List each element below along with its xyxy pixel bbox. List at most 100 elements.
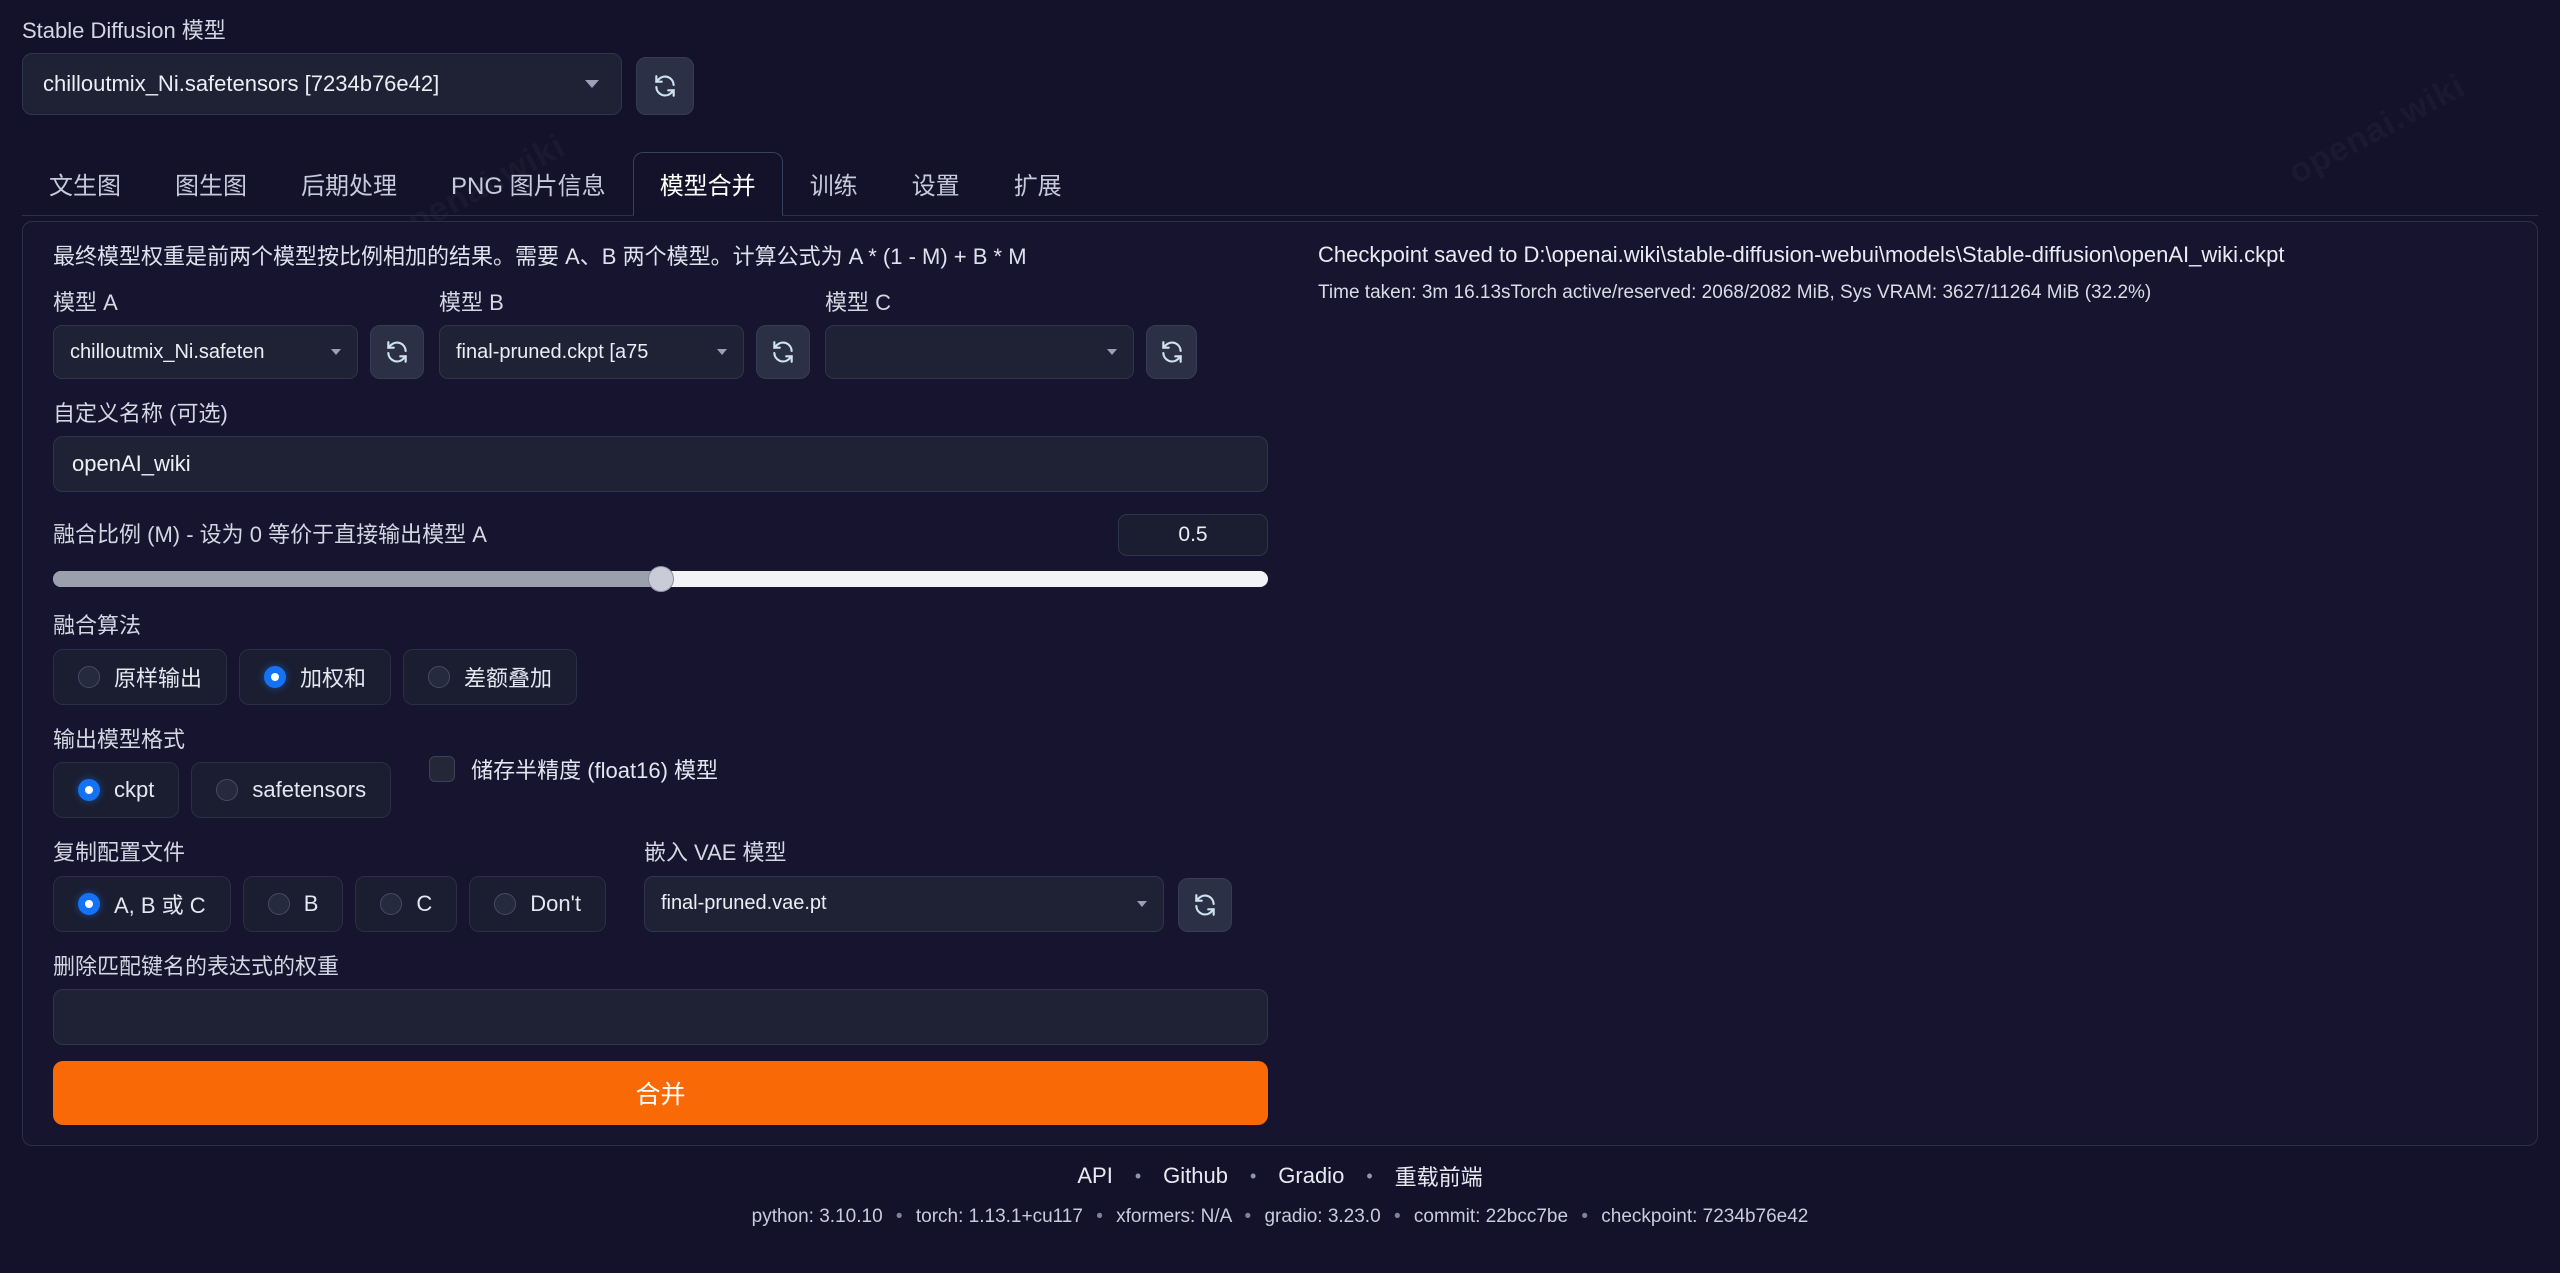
radio-icon: [78, 779, 100, 802]
model-b-group: 模型 B final-pruned.ckpt [a75: [439, 290, 811, 380]
config-option-label: B: [303, 890, 319, 916]
merge-ratio-number-input[interactable]: 0.5: [1118, 514, 1268, 557]
vae-label: 嵌入 VAE 模型: [643, 840, 787, 866]
model-b-value: final-pruned.ckpt [a75: [456, 340, 649, 363]
tab-img2img[interactable]: 图生图: [148, 152, 274, 216]
tab-extensions[interactable]: 扩展: [987, 152, 1089, 216]
footer-link-github[interactable]: Github: [1141, 1163, 1250, 1189]
output-time-stats: Time taken: 3m 16.13sTorch active/reserv…: [1318, 282, 2152, 303]
model-b-refresh-button[interactable]: [756, 325, 810, 380]
format-option-safetensors[interactable]: safetensors: [191, 762, 392, 819]
checkbox-icon: [429, 755, 456, 782]
config-option-b[interactable]: B: [242, 875, 344, 932]
config-option-dont[interactable]: Don't: [469, 875, 606, 932]
refresh-icon: [1161, 341, 1182, 363]
model-c-label: 模型 C: [825, 289, 892, 315]
config-option-label: C: [416, 890, 433, 916]
tab-settings[interactable]: 设置: [885, 152, 987, 216]
format-option-label: safetensors: [252, 777, 367, 803]
config-option-abc[interactable]: A, B 或 C: [53, 875, 231, 932]
version-checkpoint: checkpoint: 7234b76e42: [1601, 1206, 1809, 1227]
tab-train[interactable]: 训练: [783, 152, 885, 216]
sd-model-dropdown[interactable]: chilloutmix_Ni.safetensors [7234b76e42]: [22, 53, 622, 116]
format-option-label: ckpt: [114, 777, 155, 803]
footer-separator: •: [1581, 1206, 1588, 1227]
vae-dropdown[interactable]: final-pruned.vae.pt: [643, 875, 1164, 932]
format-option-ckpt[interactable]: ckpt: [53, 762, 180, 819]
model-c-group: 模型 C: [825, 289, 1197, 380]
tab-checkpoint-merger[interactable]: 模型合并: [632, 152, 783, 216]
radio-icon: [216, 779, 239, 802]
algo-option-no-interpolation[interactable]: 原样输出: [53, 648, 228, 705]
refresh-icon: [773, 341, 793, 363]
radio-icon: [78, 665, 100, 688]
config-and-vae-row: 复制配置文件 A, B 或 C B C Don't 嵌入 VAE 模型 fina…: [53, 840, 1298, 932]
version-xformers: xformers: N/A: [1116, 1206, 1232, 1227]
model-b-dropdown[interactable]: final-pruned.ckpt [a75: [439, 325, 744, 380]
custom-name-group: 自定义名称 (可选) openAI_wiki: [53, 401, 1298, 493]
radio-icon: [494, 892, 517, 915]
model-a-label: 模型 A: [53, 289, 118, 315]
merge-ratio-slider[interactable]: [53, 566, 1268, 593]
merger-description: 最终模型权重是前两个模型按比例相加的结果。需要 A、B 两个模型。计算公式为 A…: [53, 244, 1027, 269]
algo-option-label: 加权和: [300, 665, 367, 691]
model-a-dropdown[interactable]: chilloutmix_Ni.safeten: [53, 325, 358, 380]
chevron-down-icon: [1136, 900, 1147, 907]
discard-weights-input[interactable]: [53, 989, 1268, 1046]
model-c-refresh-button[interactable]: [1146, 325, 1197, 380]
merge-algorithm-group: 融合算法 原样输出 加权和 差额叠加: [53, 613, 1298, 705]
model-selection-row: 模型 A chilloutmix_Ni.safeten 模型 B final-p…: [53, 289, 1298, 380]
format-and-fp16-row: 输出模型格式 ckpt safetensors 储存半精度 (float16) …: [53, 726, 1298, 819]
slider-thumb[interactable]: [647, 566, 674, 593]
main-tab-bar: 文生图 图生图 后期处理 PNG 图片信息 模型合并 训练 设置 扩展: [22, 152, 2538, 216]
chevron-down-icon: [331, 349, 341, 356]
sd-model-value: chilloutmix_Ni.safetensors [7234b76e42]: [43, 71, 440, 97]
version-python: python: 3.10.10: [751, 1206, 883, 1227]
vae-value: final-pruned.vae.pt: [660, 892, 827, 915]
custom-name-label: 自定义名称 (可选): [53, 401, 228, 427]
tab-txt2img[interactable]: 文生图: [22, 152, 148, 216]
footer-link-api[interactable]: API: [1055, 1163, 1134, 1189]
algo-option-label: 差额叠加: [464, 665, 553, 691]
footer-separator: •: [1244, 1206, 1252, 1227]
footer-separator: •: [895, 1206, 903, 1227]
merge-ratio-label: 融合比例 (M) - 设为 0 等价于直接输出模型 A: [53, 522, 487, 548]
custom-name-input[interactable]: openAI_wiki: [53, 436, 1268, 493]
version-torch: torch: 1.13.1+cu117: [915, 1206, 1083, 1227]
radio-icon: [78, 892, 100, 915]
vae-refresh-button[interactable]: [1177, 877, 1232, 932]
model-a-group: 模型 A chilloutmix_Ni.safeten: [53, 289, 425, 380]
sd-model-label: Stable Diffusion 模型: [22, 18, 226, 43]
chevron-down-icon: [585, 80, 599, 89]
refresh-icon: [387, 341, 407, 363]
version-commit: commit: 22bcc7be: [1413, 1206, 1569, 1227]
config-option-c[interactable]: C: [355, 875, 458, 932]
algo-option-weighted-sum[interactable]: 加权和: [239, 648, 392, 705]
merger-form: 最终模型权重是前两个模型按比例相加的结果。需要 A、B 两个模型。计算公式为 A…: [53, 242, 1298, 1126]
radio-icon: [264, 665, 287, 688]
copy-config-label: 复制配置文件: [53, 840, 186, 866]
sd-model-selector: Stable Diffusion 模型 chilloutmix_Ni.safet…: [22, 18, 782, 116]
tab-png-info[interactable]: PNG 图片信息: [424, 152, 633, 216]
slider-fill: [53, 571, 661, 588]
footer-link-gradio[interactable]: Gradio: [1256, 1163, 1366, 1189]
merge-button[interactable]: 合并: [53, 1061, 1268, 1126]
tab-extras[interactable]: 后期处理: [274, 152, 424, 216]
config-option-label: Don't: [530, 890, 581, 916]
algo-option-add-difference[interactable]: 差额叠加: [403, 648, 578, 705]
sd-model-refresh-button[interactable]: [636, 57, 694, 116]
model-a-refresh-button[interactable]: [370, 325, 424, 380]
model-c-dropdown[interactable]: [825, 325, 1135, 380]
merge-algorithm-label: 融合算法: [53, 613, 142, 639]
radio-icon: [380, 892, 403, 915]
discard-weights-label: 删除匹配键名的表达式的权重: [53, 953, 340, 979]
fp16-checkbox[interactable]: 储存半精度 (float16) 模型: [429, 753, 718, 785]
merge-ratio-value: 0.5: [1178, 523, 1208, 547]
footer-link-reload-ui[interactable]: 重载前端: [1373, 1160, 1505, 1192]
output-format-label: 输出模型格式: [53, 726, 186, 752]
fp16-label: 储存半精度 (float16) 模型: [471, 757, 719, 783]
merge-output: Checkpoint saved to D:\openai.wiki\stabl…: [1318, 242, 2498, 304]
merge-ratio-group: 融合比例 (M) - 设为 0 等价于直接输出模型 A 0.5: [53, 514, 1298, 593]
merger-panel: 最终模型权重是前两个模型按比例相加的结果。需要 A、B 两个模型。计算公式为 A…: [22, 221, 2538, 1146]
radio-icon: [267, 892, 290, 915]
